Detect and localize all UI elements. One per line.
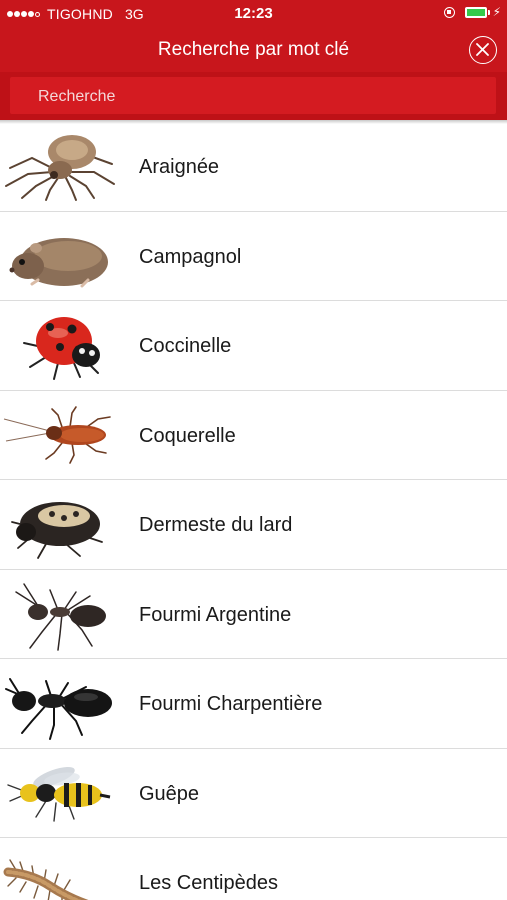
nav-bar: Recherche par mot clé (0, 28, 507, 72)
list-item-guepe[interactable]: Guêpe (0, 749, 507, 838)
list-item-araignee[interactable]: Araignée (0, 122, 507, 212)
vole-icon (9, 237, 108, 287)
ladybug-icon (23, 317, 100, 380)
list-item-fourmi-charpentiere[interactable]: Fourmi Charpentière (0, 659, 507, 749)
status-bar: TIGOHND 3G 12:23 ⚡ (0, 0, 507, 28)
item-label: Coccinelle (139, 335, 232, 357)
screen: TIGOHND 3G 12:23 ⚡ Recherche par mot clé… (0, 0, 507, 900)
wasp-icon (7, 766, 111, 822)
centipede-icon (3, 859, 89, 900)
battery-icon (464, 6, 487, 18)
item-label: Les Centipèdes (139, 872, 278, 894)
page-title: Recherche par mot clé (157, 39, 350, 60)
list-item-les-centipedes[interactable]: Les Centipèdes (0, 838, 507, 900)
item-label: Coquerelle (139, 424, 236, 447)
close-icon (476, 43, 489, 56)
cockroach-icon (3, 405, 111, 464)
item-label: Araignée (139, 156, 220, 178)
list-item-dermeste-du-lard[interactable]: Dermeste du lard (0, 480, 507, 570)
item-label: Fourmi Argentine (139, 603, 292, 626)
charging-bolt-icon: ⚡ (492, 5, 501, 19)
item-label: Fourmi Charpentière (139, 693, 323, 715)
search-placeholder: Recherche (38, 88, 116, 105)
larder-beetle-icon (11, 502, 103, 559)
carpenter-ant-icon (5, 678, 112, 740)
argentine-ant-icon (15, 582, 106, 651)
list-item-campagnol[interactable]: Campagnol (0, 212, 507, 301)
spider-icon (5, 135, 115, 201)
search-bar: Recherche (0, 72, 507, 120)
list-item-fourmi-argentine[interactable]: Fourmi Argentine (0, 570, 507, 659)
close-button[interactable] (469, 36, 497, 64)
pest-list: Araignée Campagnol Coccinelle Coquerelle… (0, 122, 507, 900)
item-label: Campagnol (139, 245, 242, 268)
search-shadow (0, 120, 507, 124)
list-item-coccinelle[interactable]: Coccinelle (0, 301, 507, 391)
item-label: Dermeste du lard (139, 514, 293, 536)
orientation-lock-icon (443, 6, 455, 18)
search-input[interactable]: Recherche (10, 77, 496, 114)
battery-tip (487, 9, 490, 15)
item-label: Guêpe (139, 782, 200, 805)
status-right: ⚡ (443, 5, 501, 19)
status-time: 12:23 (234, 5, 273, 22)
list-item-coquerelle[interactable]: Coquerelle (0, 391, 507, 480)
